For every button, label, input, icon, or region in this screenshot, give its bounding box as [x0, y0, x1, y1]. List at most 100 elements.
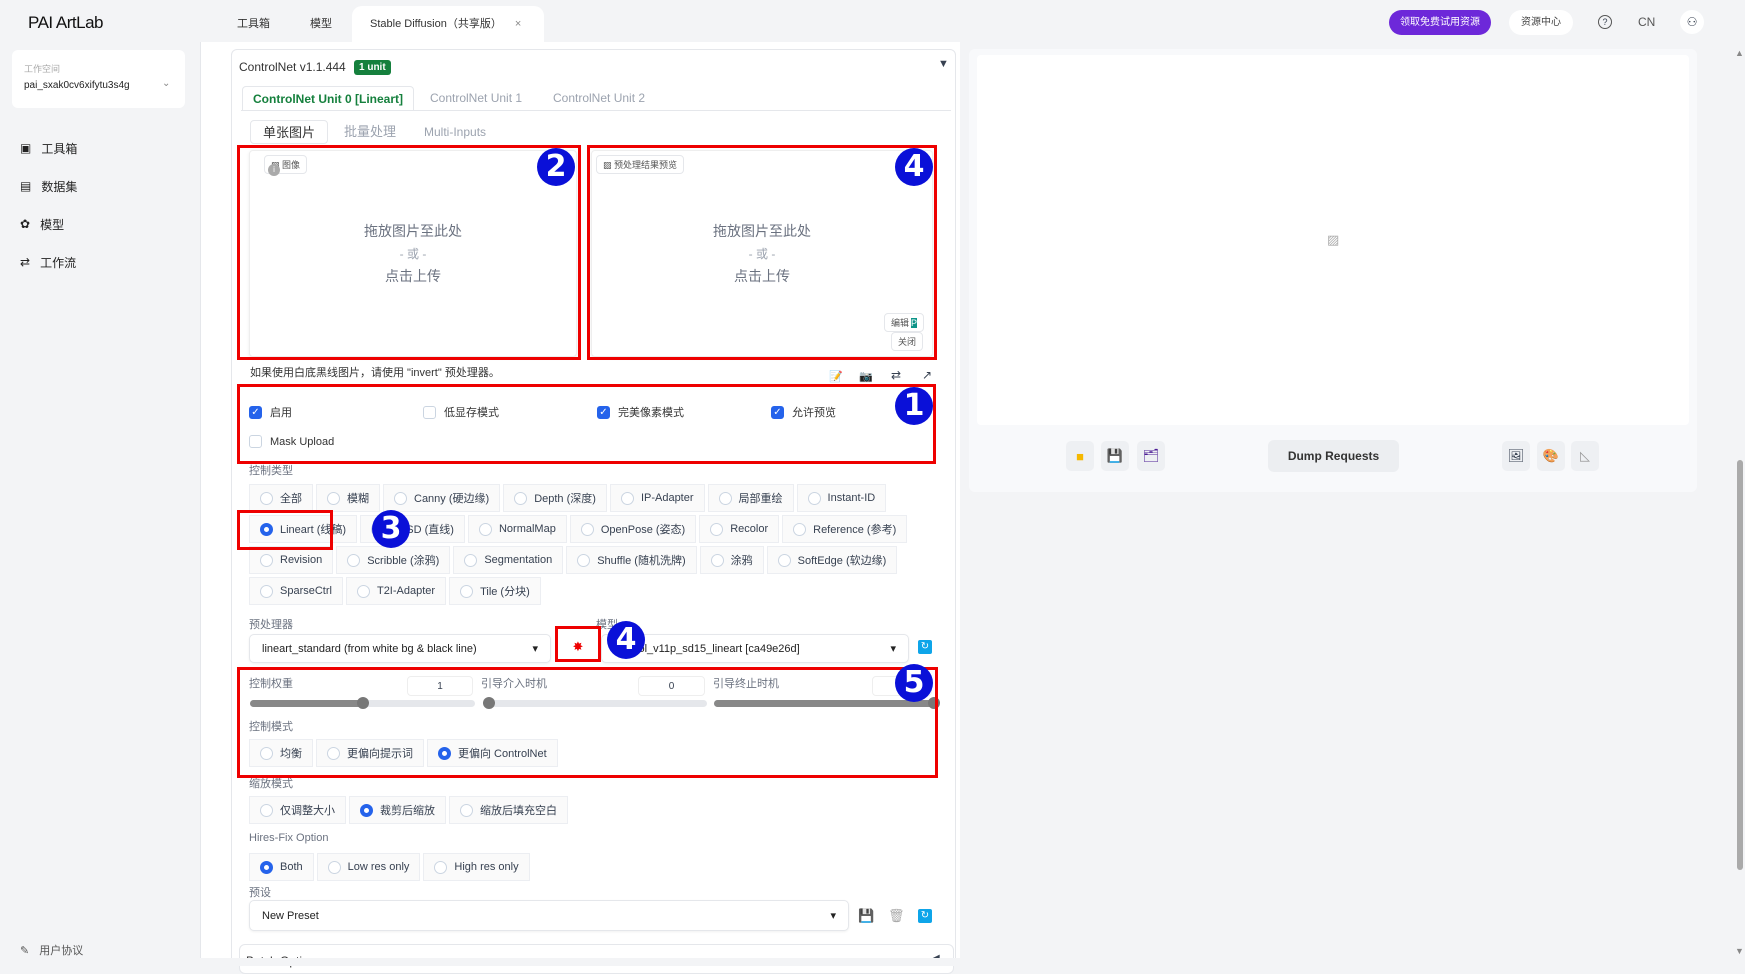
tab-unit-1[interactable]: ControlNet Unit 1	[430, 86, 522, 111]
tab-models[interactable]: 模型	[310, 6, 332, 42]
delete-preset-icon[interactable]: 🗑	[888, 908, 905, 924]
model-select[interactable]: control_v11p_sd15_lineart [ca49e26d] ▾	[601, 634, 909, 663]
radio-button[interactable]	[577, 553, 591, 567]
edit-button[interactable]: 编辑 P	[884, 313, 925, 332]
radio-option[interactable]: Shuffle (随机洗牌)	[566, 546, 697, 574]
tab-stable-diffusion[interactable]: Stable Diffusion（共享版） ×	[352, 6, 544, 42]
low-vram-checkbox[interactable]: 低显存模式	[423, 404, 499, 420]
checkbox-unchecked[interactable]	[423, 405, 436, 419]
save-button[interactable]: 💾	[1101, 441, 1129, 471]
user-avatar-icon[interactable]: ⚇	[1680, 10, 1704, 34]
radio-button[interactable]	[260, 553, 273, 567]
radio-option[interactable]: 更偏向 ControlNet	[427, 739, 558, 767]
slider-thumb[interactable]	[483, 697, 495, 709]
radio-option[interactable]: 模糊	[316, 484, 380, 512]
radio-button[interactable]	[478, 522, 492, 536]
radio-option[interactable]: 仅调整大小	[249, 796, 346, 824]
scroll-down-icon[interactable]: ▼	[1735, 946, 1744, 956]
send-to-extras-button[interactable]: ◺	[1571, 441, 1599, 471]
control-weight-slider[interactable]	[250, 697, 475, 709]
checkbox-checked[interactable]: ✓	[249, 405, 262, 419]
save-zip-button[interactable]: 🗂	[1137, 441, 1165, 471]
radio-option[interactable]: Revision	[249, 546, 334, 574]
save-preset-icon[interactable]: 💾	[858, 908, 874, 924]
allow-preview-checkbox[interactable]: ✓ 允许预览	[771, 404, 836, 420]
radio-button[interactable]	[327, 746, 340, 760]
radio-button[interactable]	[260, 860, 273, 874]
slider-thumb[interactable]	[356, 697, 369, 709]
radio-option[interactable]: Segmentation	[453, 546, 564, 574]
radio-option[interactable]: Recolor	[699, 515, 780, 543]
tab-unit-2[interactable]: ControlNet Unit 2	[553, 86, 645, 111]
start-step-slider[interactable]	[483, 697, 707, 709]
radio-button[interactable]	[260, 803, 273, 817]
radio-option[interactable]: 裁剪后缩放	[349, 796, 446, 824]
page-scrollbar[interactable]: ▲ ▼	[1735, 48, 1745, 966]
user-agreement-link[interactable]: ✎ 用户协议	[20, 940, 83, 960]
radio-option[interactable]: High res only	[423, 853, 530, 881]
start-step-input[interactable]: 0	[638, 676, 705, 696]
radio-button[interactable]	[464, 553, 478, 567]
radio-option[interactable]: Reference (参考)	[782, 515, 908, 543]
radio-button[interactable]	[260, 491, 273, 505]
camera-icon[interactable]: 📷	[859, 370, 873, 383]
swap-icon[interactable]: ⇄	[891, 368, 901, 382]
send-dimensions-icon[interactable]: ↗	[922, 368, 932, 382]
radio-option[interactable]: SparseCtrl	[249, 577, 343, 605]
tab-single-image[interactable]: 单张图片	[250, 120, 329, 144]
preprocessor-select[interactable]: lineart_standard (from white bg & black …	[249, 634, 551, 663]
tab-unit-0[interactable]: ControlNet Unit 0 [Lineart]	[242, 86, 414, 111]
radio-option[interactable]: Low res only	[316, 853, 421, 881]
edit-image-icon[interactable]: 📝	[829, 370, 843, 383]
radio-button[interactable]	[260, 584, 273, 598]
radio-button[interactable]	[710, 553, 724, 567]
checkbox-unchecked[interactable]	[249, 435, 262, 448]
radio-option[interactable]: Instant-ID	[796, 484, 887, 512]
slider-thumb[interactable]	[928, 697, 940, 709]
radio-button[interactable]	[327, 491, 340, 505]
radio-button[interactable]	[718, 491, 732, 505]
radio-option[interactable]: Depth (深度)	[503, 484, 607, 512]
radio-option[interactable]: 局部重绘	[707, 484, 794, 512]
resource-center-button[interactable]: 资源中心	[1509, 10, 1573, 35]
radio-button[interactable]	[514, 491, 528, 505]
sidebar-item-toolbox[interactable]: ▣ 工具箱	[20, 138, 77, 158]
radio-button[interactable]	[260, 522, 273, 536]
radio-button[interactable]	[807, 491, 821, 505]
radio-button[interactable]	[360, 803, 373, 817]
radio-button[interactable]	[434, 860, 448, 874]
pixel-perfect-checkbox[interactable]: ✓ 完美像素模式	[597, 404, 684, 420]
image-upload-dropzone[interactable]: 拖放图片至此处 - 或 - 点击上传	[249, 150, 577, 357]
radio-option[interactable]: OpenPose (姿态)	[569, 515, 697, 543]
radio-option[interactable]: NormalMap	[467, 515, 567, 543]
radio-option[interactable]: Scribble (涂鸦)	[336, 546, 451, 574]
radio-button[interactable]	[394, 491, 407, 505]
language-switch[interactable]: CN	[1638, 15, 1655, 29]
mask-upload-checkbox[interactable]: Mask Upload	[249, 435, 334, 448]
radio-option[interactable]: SoftEdge (软边缘)	[766, 546, 898, 574]
close-preview-button[interactable]: 关闭	[891, 332, 924, 351]
radio-button[interactable]	[356, 584, 370, 598]
radio-button[interactable]	[620, 491, 634, 505]
refresh-models-icon[interactable]: ↻	[918, 640, 932, 654]
radio-option[interactable]: Both	[249, 853, 314, 881]
open-folder-button[interactable]: ■	[1066, 441, 1094, 471]
radio-button[interactable]	[327, 860, 341, 874]
sidebar-item-datasets[interactable]: ▤ 数据集	[20, 176, 77, 196]
radio-option[interactable]: Canny (硬边缘)	[383, 484, 501, 512]
sidebar-item-models[interactable]: ✿ 模型	[20, 214, 64, 234]
collapse-triangle-icon[interactable]: ▼	[938, 58, 949, 70]
radio-button[interactable]	[777, 553, 791, 567]
end-step-slider[interactable]	[714, 697, 940, 709]
tab-toolbox[interactable]: 工具箱	[237, 6, 270, 42]
tab-multi-inputs[interactable]: Multi-Inputs	[424, 120, 486, 144]
info-icon[interactable]: i	[268, 164, 280, 176]
radio-button[interactable]	[347, 553, 361, 567]
run-preprocessor-icon[interactable]: ✸	[560, 633, 596, 661]
radio-button[interactable]	[580, 522, 594, 536]
checkbox-checked[interactable]: ✓	[597, 405, 610, 419]
radio-button[interactable]	[710, 522, 724, 536]
radio-button[interactable]	[460, 584, 474, 598]
radio-option[interactable]: 涂鸦	[699, 546, 764, 574]
sidebar-item-workflow[interactable]: ⇄ 工作流	[20, 252, 76, 272]
